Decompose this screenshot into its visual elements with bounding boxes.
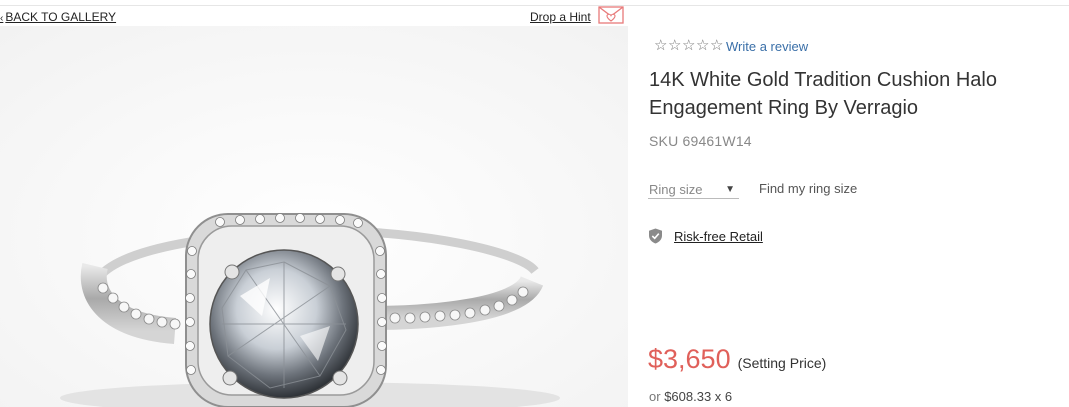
- star-outline-icon: ☆: [668, 37, 682, 54]
- product-gallery: ‹ BACK TO GALLERY Drop a Hint: [0, 0, 628, 407]
- risk-free-retail: Risk-free Retail: [648, 228, 763, 244]
- caret-down-icon: ▼: [725, 183, 735, 195]
- risk-free-retail-link[interactable]: Risk-free Retail: [674, 229, 763, 244]
- find-ring-size-link[interactable]: Find my ring size: [759, 181, 857, 196]
- product-title: 14K White Gold Tradition Cushion Halo En…: [649, 69, 997, 119]
- price-note: (Setting Price): [737, 355, 827, 371]
- back-to-gallery-link[interactable]: ‹ BACK TO GALLERY: [0, 10, 116, 24]
- drop-a-hint-link[interactable]: Drop a Hint: [530, 10, 591, 24]
- shield-check-icon: [649, 228, 662, 244]
- ring-size-label: Ring size: [649, 181, 703, 197]
- price-row: $3,650 (Setting Price): [648, 344, 826, 375]
- product-sku: SKU 69461W14: [649, 133, 752, 149]
- ring-image: [0, 26, 628, 407]
- star-outline-icon: ☆: [696, 37, 710, 54]
- chevron-left-icon: ‹: [0, 13, 4, 24]
- star-outline-icon: ☆: [710, 37, 724, 54]
- star-outline-icon: ☆: [654, 37, 668, 54]
- product-details: ☆ ☆ ☆ ☆ ☆ Write a review 14K White Gold …: [648, 0, 1069, 407]
- product-image[interactable]: [0, 26, 628, 407]
- installment-value: $608.33 x 6: [664, 389, 733, 404]
- back-to-gallery-label: BACK TO GALLERY: [5, 10, 117, 24]
- star-outline-icon: ☆: [682, 37, 696, 54]
- ring-size-select[interactable]: Ring size ▼: [648, 180, 739, 199]
- installment-price: or $608.33 x 6: [649, 389, 732, 404]
- write-review-link[interactable]: Write a review: [726, 39, 808, 54]
- envelope-heart-icon[interactable]: [598, 6, 624, 24]
- installment-prefix: or: [649, 389, 661, 404]
- rating-stars[interactable]: ☆ ☆ ☆ ☆ ☆: [654, 37, 724, 55]
- product-price: $3,650: [648, 344, 731, 374]
- product-rating: ☆ ☆ ☆ ☆ ☆ Write a review: [654, 37, 808, 55]
